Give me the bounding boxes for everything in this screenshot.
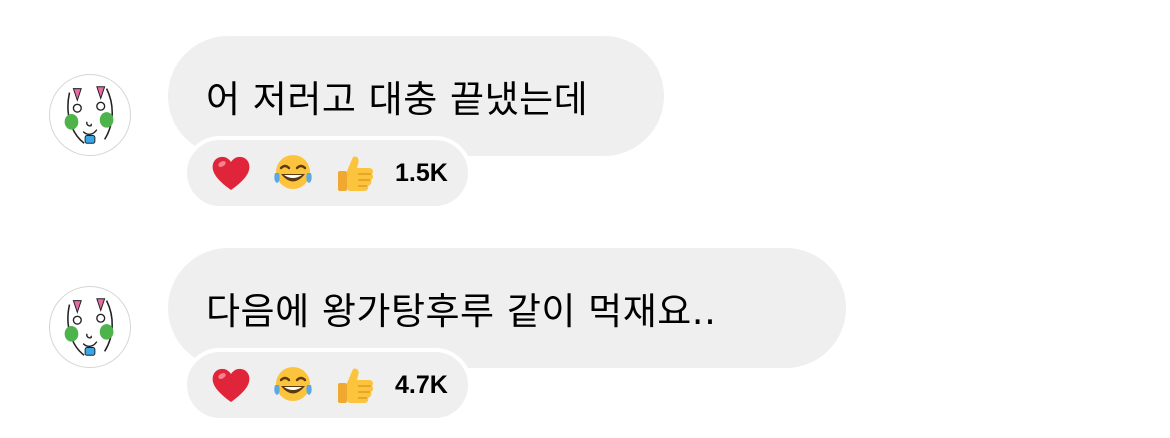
message-text: 다음에 왕가탕후루 같이 먹재요.. bbox=[206, 290, 717, 333]
thumbs-up-icon bbox=[333, 151, 377, 195]
message-row: 어 저러고 대충 끝냈는데 1.5K bbox=[0, 0, 1170, 210]
avatar-doodle-icon bbox=[64, 298, 114, 356]
laughing-tears-icon bbox=[271, 363, 315, 407]
laughing-tears-icon bbox=[271, 151, 315, 195]
reaction-bar[interactable]: 4.7K bbox=[183, 348, 472, 422]
reaction-count: 1.5K bbox=[395, 158, 448, 187]
heart-icon bbox=[209, 363, 253, 407]
heart-icon bbox=[209, 151, 253, 195]
reaction-bar[interactable]: 1.5K bbox=[183, 136, 472, 210]
avatar[interactable] bbox=[49, 74, 131, 156]
message-row: 다음에 왕가탕후루 같이 먹재요.. 4.7K bbox=[0, 212, 1170, 422]
avatar-doodle-icon bbox=[64, 86, 114, 144]
avatar[interactable] bbox=[49, 286, 131, 368]
thumbs-up-icon bbox=[333, 363, 377, 407]
reaction-count: 4.7K bbox=[395, 370, 448, 399]
message-text: 어 저러고 대충 끝냈는데 bbox=[206, 78, 589, 121]
